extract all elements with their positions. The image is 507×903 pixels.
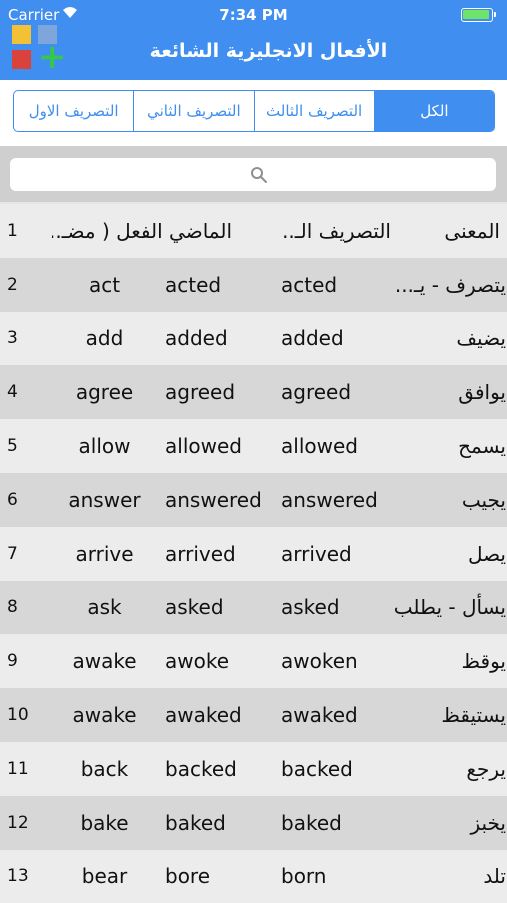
row-number: 5 [7,436,18,457]
verb-base: allow [78,434,131,459]
verb-meaning: يوقظ [461,649,506,674]
verb-meaning: يضيف [456,326,506,351]
table-row[interactable]: 13 bear bore born تلد [0,849,507,903]
filter-bar: الكل التصريف الثالث التصريف الثاني التصريف … [0,80,507,147]
segment-1[interactable]: التصريف الثالث [253,91,374,131]
verb-meaning: تلد [483,864,506,889]
row-number: 12 [7,812,29,833]
verb-past: agreed [165,380,236,405]
filter-segmented-control: الكل التصريف الثالث التصريف الثاني التصريف … [13,90,495,132]
segment-2[interactable]: التصريف الثاني [133,91,253,131]
verb-participle: backed [281,756,353,781]
verb-past: backed [165,756,237,781]
verb-base: ask [87,595,122,620]
row-number: 2 [7,274,18,295]
verb-participle: awaked [281,703,358,728]
table-row[interactable]: 3 add added added يضيف [0,311,507,366]
table-row[interactable]: 7 arrive arrived arrived يصل [0,526,507,581]
verb-meaning: يسأل - يطلب [394,595,506,620]
header-participle-label: التصريف الـ... [281,218,391,243]
table-row[interactable]: 12 bake baked baked يخبز [0,795,507,850]
verb-past: awoke [165,649,230,674]
verb-participle: born [281,864,327,889]
verb-past: baked [165,810,226,835]
table-header-row[interactable]: 1 الماضي الفعل ( مضـ... التصريف الـ... ا… [0,204,507,258]
logo-red-square [12,50,31,69]
verb-participle: awoken [281,649,358,674]
verb-meaning: يجيب [461,487,506,512]
table-row[interactable]: 8 ask asked asked يسأل - يطلب [0,580,507,635]
verb-base: agree [75,380,134,405]
verb-base: back [80,756,129,781]
row-number: 1 [7,220,18,241]
verb-participle: answered [281,487,378,512]
verb-base: awake [72,649,137,674]
verb-past: added [165,326,228,351]
row-number: 13 [7,866,29,887]
page-title: الأفعال الانجليزية الشائعة [149,40,388,62]
verb-past: acted [165,272,222,297]
verb-meaning: يسمح [458,434,506,459]
verb-participle: asked [281,595,340,620]
app-header: Carrier 7:34 PM + الأفعال الانجليزية الش… [0,0,507,80]
segment-0[interactable]: الكل [373,91,494,131]
verb-meaning: يوافق [458,380,506,405]
verb-base: act [88,272,121,297]
row-number: 6 [7,489,18,510]
verb-meaning: يصل [467,541,506,566]
header-meaning-label: المعنى [444,218,500,243]
search-icon [250,166,268,184]
app-logo: + [12,25,67,74]
plus-icon: + [38,37,67,77]
table-row[interactable]: 2 act acted acted يتصرف - يـ... [0,257,507,312]
verb-past: arrived [165,541,236,566]
row-number: 10 [7,705,29,726]
verb-past: allowed [165,434,242,459]
table-row[interactable]: 10 awake awaked awaked يستيقظ [0,688,507,742]
search-bar [0,147,507,202]
row-number: 3 [7,328,18,349]
verb-base: add [85,326,124,351]
table-row[interactable]: 6 answer answered answered يجيب [0,472,507,527]
table-row[interactable]: 5 allow allowed allowed يسمح [0,419,507,473]
verb-base: bear [81,864,128,889]
table-row[interactable]: 9 awake awoke awoken يوقظ [0,634,507,689]
verb-participle: added [281,326,344,351]
logo-yellow-square [12,25,31,44]
table-row[interactable]: 4 agree agreed agreed يوافق [0,365,507,420]
row-number: 8 [7,597,18,618]
verb-past: asked [165,595,224,620]
verb-past: answered [165,487,262,512]
segment-3[interactable]: التصريف الاول [14,91,133,131]
verb-meaning: يخبز [470,810,506,835]
verb-meaning: يستيقظ [441,703,506,728]
row-number: 4 [7,382,18,403]
verb-participle: acted [281,272,338,297]
verb-participle: allowed [281,434,358,459]
row-number: 7 [7,543,18,564]
verb-base: bake [80,810,129,835]
status-time: 7:34 PM [219,6,288,24]
verb-participle: baked [281,810,342,835]
table-row[interactable]: 11 back backed backed يرجع [0,741,507,796]
header-past-label: الماضي الفعل ( مضـ... [52,218,232,243]
verb-base: arrive [75,541,134,566]
status-bar: Carrier 7:34 PM [0,4,507,26]
verb-meaning: يتصرف - يـ... [394,272,506,297]
search-input[interactable] [10,158,496,191]
verb-meaning: يرجع [466,756,506,781]
verb-past: bore [165,864,211,889]
verbs-table: 1 الماضي الفعل ( مضـ... التصريف الـ... ا… [0,204,507,903]
row-number: 11 [7,758,29,779]
verb-participle: arrived [281,541,352,566]
battery-icon [461,8,499,22]
verb-base: awake [72,703,137,728]
verb-base: answer [68,487,141,512]
verb-participle: agreed [281,380,352,405]
verb-past: awaked [165,703,242,728]
row-number: 9 [7,651,18,672]
